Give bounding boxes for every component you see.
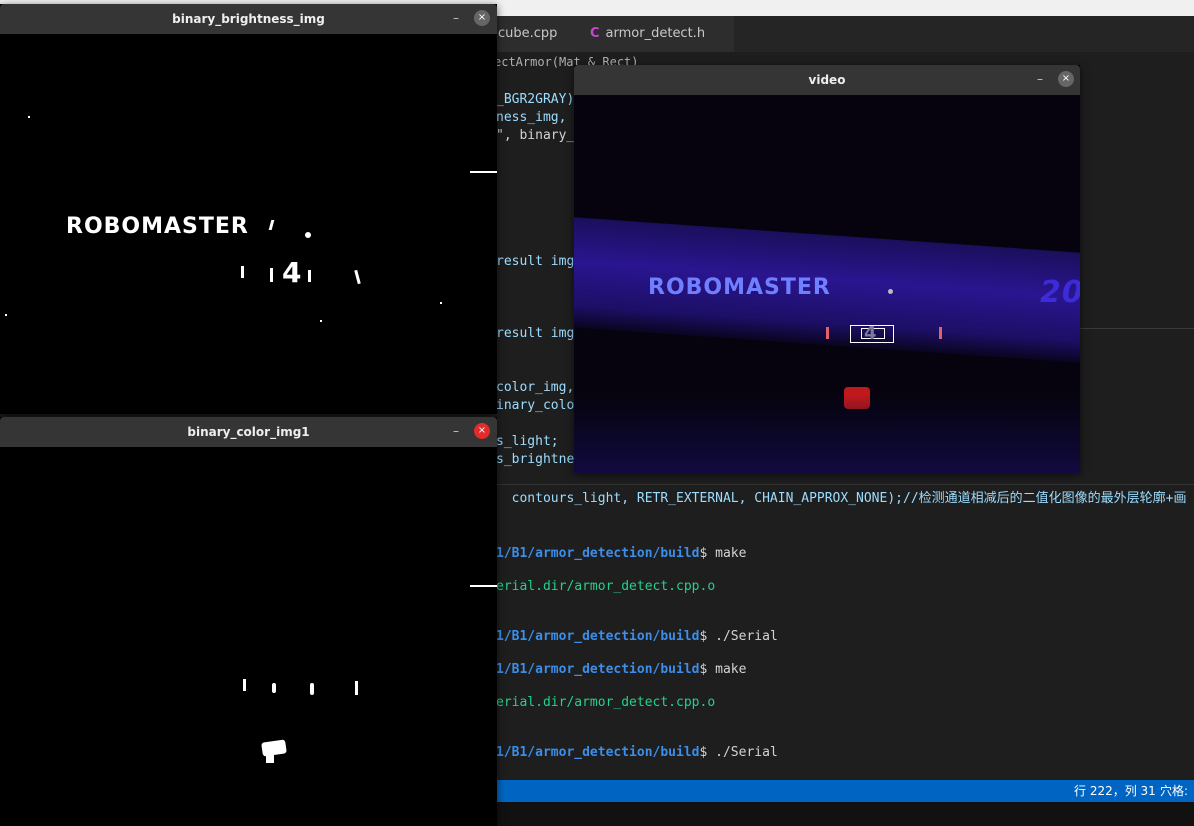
color-window[interactable]: binary_color_img1 – ×: [0, 417, 497, 826]
divider: [1080, 328, 1194, 329]
noise-line: [470, 171, 497, 173]
light-bar-blob: [270, 268, 273, 282]
noise-dot: [320, 320, 322, 322]
armor-number: 4: [282, 256, 303, 289]
robomaster-text: ROBOMASTER: [648, 275, 831, 300]
minimize-button[interactable]: –: [448, 423, 464, 439]
code-line: color_img,: [496, 380, 575, 395]
close-button[interactable]: ×: [474, 423, 490, 439]
terminal-path: 1/B1/armor_detection/build: [496, 662, 700, 677]
terminal-path: 1/B1/armor_detection/build: [496, 745, 700, 760]
armor-number: 4: [864, 323, 878, 344]
light-bar-blob: [272, 683, 276, 693]
light-bar-blob: [355, 681, 358, 695]
tab-label: armor_detect.h: [605, 26, 706, 41]
light-bar: [939, 327, 942, 339]
window-titlebar[interactable]: binary_brightness_img – ×: [0, 4, 497, 34]
color-blob: [261, 739, 287, 757]
window-titlebar[interactable]: binary_color_img1 – ×: [0, 417, 497, 447]
code-line: ness_img,: [496, 110, 567, 125]
window-title: video: [808, 73, 846, 87]
code-line: ", binary_: [496, 128, 575, 143]
terminal-line: 1/B1/armor_detection/build$ make: [496, 546, 746, 561]
terminal-command: $ make: [699, 662, 747, 677]
tab-label: cube.cpp: [498, 26, 558, 41]
bright-blob: [305, 232, 311, 238]
terminal-command: $ ./Serial: [699, 745, 778, 760]
noise-dot: [440, 302, 442, 304]
terminal-path: 1/B1/armor_detection/build: [496, 629, 700, 644]
terminal-line: erial.dir/armor_detect.cpp.o: [496, 579, 716, 594]
light-bar: [826, 327, 829, 339]
code-line: s_brightne: [496, 452, 575, 467]
robomaster-text: ROBOMASTER: [66, 214, 249, 239]
window-title: binary_brightness_img: [172, 12, 325, 26]
minimize-button[interactable]: –: [448, 10, 464, 26]
code-line: s_light;: [496, 434, 559, 449]
terminal-line: 1/B1/armor_detection/build$ ./Serial: [496, 745, 778, 760]
light-bar-blob: [354, 269, 361, 285]
code-line: result img: [496, 254, 575, 269]
code-line: inary_colo: [496, 398, 575, 413]
cursor-position[interactable]: 行 222，列 31: [1074, 780, 1156, 802]
noise-dot: [5, 314, 7, 316]
binary-image-view: [0, 447, 497, 826]
window-title: binary_color_img1: [187, 425, 310, 439]
floor-shadow: [574, 395, 1080, 473]
noise-dot: [28, 116, 30, 118]
light-dot: [888, 289, 893, 294]
terminal-line: erial.dir/armor_detect.cpp.o: [496, 695, 716, 710]
noise-line: [470, 585, 497, 587]
terminal-path: 1/B1/armor_detection/build: [496, 546, 700, 561]
code-line: contours_light, RETR_EXTERNAL, CHAIN_APP…: [496, 491, 1187, 506]
code-line: result img: [496, 326, 575, 341]
tab-armor-detect-h[interactable]: Carmor_detect.h: [576, 16, 734, 52]
close-button[interactable]: ×: [1058, 71, 1074, 87]
light-bar-blob: [310, 683, 314, 695]
video-frame: ROBOMASTER 20 4: [574, 95, 1080, 473]
bright-blob: [268, 220, 275, 230]
terminal-command: $ make: [699, 546, 747, 561]
window-titlebar[interactable]: video – ×: [574, 65, 1080, 95]
terminal-line: 1/B1/armor_detection/build$ make: [496, 662, 746, 677]
terminal-command: $ ./Serial: [699, 629, 778, 644]
light-bar-blob: [241, 266, 244, 278]
close-button[interactable]: ×: [474, 10, 490, 26]
light-bar-blob: [308, 270, 311, 282]
color-blob: [266, 751, 274, 763]
partial-number: 20: [1040, 275, 1080, 310]
terminal-line: 1/B1/armor_detection/build$ ./Serial: [496, 629, 778, 644]
minimize-button[interactable]: –: [1032, 71, 1048, 87]
code-line: _BGR2GRAY): [496, 92, 575, 107]
video-window[interactable]: video – × ROBOMASTER 20 4: [574, 65, 1080, 473]
light-bar-blob: [243, 679, 246, 691]
brightness-window[interactable]: binary_brightness_img – × ROBOMASTER 4: [0, 4, 497, 414]
c-file-icon: C: [590, 26, 600, 41]
binary-image-view: ROBOMASTER 4: [0, 34, 497, 414]
